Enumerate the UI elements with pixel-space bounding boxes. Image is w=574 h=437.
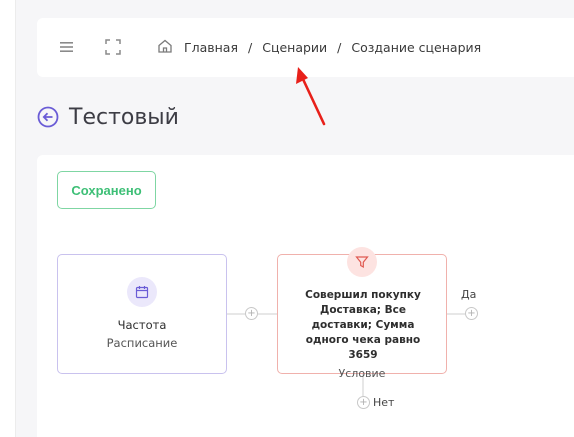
node-type-label: Условие: [338, 367, 386, 380]
breadcrumb-separator: /: [337, 40, 342, 55]
breadcrumb-separator: /: [248, 40, 253, 55]
page-title: Тестовый: [69, 105, 179, 130]
saved-status-button[interactable]: Сохранено: [57, 171, 156, 209]
calendar-icon: [135, 286, 149, 299]
condition-node[interactable]: Совершил покупку Доставка; Все доставки;…: [277, 247, 447, 380]
frequency-node[interactable]: Частота Расписание: [57, 254, 227, 374]
scenario-editor: Сохранено Частота Расписание + Совершил …: [37, 155, 574, 437]
add-yes-branch-button[interactable]: +: [465, 307, 478, 320]
add-no-branch-button[interactable]: +: [357, 396, 370, 409]
branch-yes-label: Да: [461, 288, 477, 301]
back-arrow-icon[interactable]: [37, 106, 59, 128]
node-title: Частота: [117, 318, 167, 332]
breadcrumb-scenarios[interactable]: Сценарии: [262, 40, 327, 55]
left-sidebar: [0, 0, 16, 437]
menu-icon[interactable]: [58, 38, 76, 56]
filter-badge: [347, 247, 377, 277]
add-step-button[interactable]: +: [245, 307, 258, 320]
breadcrumb: Главная / Сценарии / Создание сценария: [184, 40, 481, 55]
fullscreen-icon[interactable]: [104, 38, 122, 56]
node-subtitle: Расписание: [106, 336, 178, 350]
home-icon[interactable]: [157, 38, 173, 54]
breadcrumb-create-scenario: Создание сценария: [351, 40, 482, 55]
branch-no-label: Нет: [373, 396, 395, 409]
calendar-badge: [127, 277, 157, 307]
condition-description: Совершил покупку Доставка; Все доставки;…: [305, 289, 421, 361]
filter-icon: [355, 256, 369, 269]
breadcrumb-home[interactable]: Главная: [184, 40, 238, 55]
top-bar: Главная / Сценарии / Создание сценария: [37, 18, 574, 77]
